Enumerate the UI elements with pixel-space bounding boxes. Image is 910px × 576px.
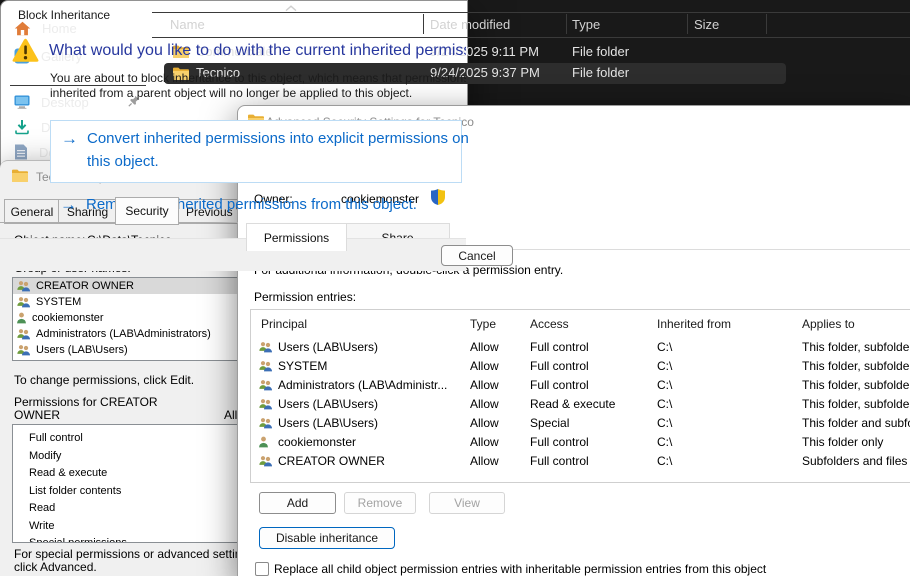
table-row[interactable]: CREATOR OWNER Allow Full control C:\ Sub…: [251, 452, 910, 471]
column-header-name[interactable]: Name: [170, 17, 205, 32]
table-row[interactable]: Users (LAB\Users) Allow Full control C:\…: [251, 338, 910, 357]
permissions-for-label: Permissions for CREATOR: [14, 395, 158, 409]
arrow-right-icon: →: [61, 129, 78, 149]
group-name: CREATOR OWNER: [36, 280, 134, 292]
user-icon: [16, 312, 27, 324]
cancel-button[interactable]: Cancel: [441, 245, 468, 266]
file-type: File folder: [572, 44, 629, 59]
column-divider[interactable]: [687, 14, 688, 34]
col-applies-to[interactable]: Applies to: [802, 317, 855, 331]
properties-dialog: Tecnico Properties General Sharing Secur…: [0, 160, 238, 576]
group-user-listbox[interactable]: CREATOR OWNER SYSTEM cookiemonster Admin…: [12, 277, 238, 361]
desktop-icon: [14, 95, 30, 109]
list-item[interactable]: Users (LAB\Users): [13, 342, 238, 358]
list-header-divider: [152, 37, 910, 38]
add-button[interactable]: Add: [259, 492, 336, 514]
arrow-right-icon: →: [60, 195, 77, 215]
column-divider[interactable]: [423, 14, 424, 34]
group-name: cookiemonster: [32, 312, 104, 324]
group-name: SYSTEM: [36, 296, 81, 308]
advanced-hint: For special permissions or advanced sett…: [14, 547, 238, 561]
dialog-heading: What would you like to do with the curre…: [49, 42, 466, 60]
table-row[interactable]: SYSTEM Allow Full control C:\ This folde…: [251, 357, 910, 376]
screen: Home Gallery Desktop Downloads Documents…: [0, 0, 910, 576]
list-item[interactable]: cookiemonster: [13, 310, 238, 326]
group-icon: [258, 398, 273, 410]
permissions-for-label-2: OWNER: [14, 408, 60, 422]
advanced-hint-2: click Advanced.: [14, 560, 97, 574]
permission-item[interactable]: Write: [13, 518, 238, 536]
table-row[interactable]: Users (LAB\Users) Allow Read & execute C…: [251, 395, 910, 414]
group-icon: [258, 341, 273, 353]
column-header-size[interactable]: Size: [694, 17, 719, 32]
column-header-date-modified[interactable]: Date modified: [430, 17, 510, 32]
dialog-footer: Cancel: [0, 238, 466, 271]
col-access[interactable]: Access: [530, 317, 569, 331]
group-icon: [258, 455, 273, 467]
view-button[interactable]: View: [429, 492, 505, 514]
group-icon: [16, 328, 31, 340]
list-item[interactable]: Administrators (LAB\Administrators): [13, 326, 238, 342]
disable-inheritance-button[interactable]: Disable inheritance: [259, 527, 395, 549]
edit-hint: To change permissions, click Edit.: [14, 373, 194, 387]
permission-item[interactable]: Special permissions: [13, 535, 238, 543]
table-row[interactable]: Administrators (LAB\Administr... Allow F…: [251, 376, 910, 395]
permission-item[interactable]: List folder contents: [13, 483, 238, 501]
tab-permissions[interactable]: Permissions: [246, 223, 347, 251]
dialog-body-line1: You are about to block inheritance to th…: [50, 71, 466, 85]
group-name: Users (LAB\Users): [36, 344, 128, 356]
permission-item[interactable]: Read & execute: [13, 465, 238, 483]
replace-checkbox-label: Replace all child object permission entr…: [274, 562, 766, 576]
sort-chevron-up-icon: [285, 5, 297, 12]
command-link-text: Convert inherited permissions into expli…: [87, 130, 468, 147]
group-name: Administrators (LAB\Administrators): [36, 328, 211, 340]
remove-button[interactable]: Remove: [344, 492, 416, 514]
permission-entries-table[interactable]: Principal Type Access Inherited from App…: [250, 309, 910, 483]
group-icon: [16, 280, 31, 292]
warning-icon: [12, 38, 39, 63]
home-icon: [14, 21, 31, 36]
list-header-divider: [152, 12, 910, 13]
group-icon: [258, 379, 273, 391]
convert-permissions-link[interactable]: → Convert inherited permissions into exp…: [50, 120, 462, 183]
remove-permissions-link[interactable]: → Remove all inherited permissions from …: [50, 194, 460, 218]
table-row[interactable]: Users (LAB\Users) Allow Special C:\ This…: [251, 414, 910, 433]
entries-label: Permission entries:: [254, 290, 356, 304]
list-item[interactable]: CREATOR OWNER: [13, 278, 238, 294]
group-icon: [16, 296, 31, 308]
column-header-type[interactable]: Type: [572, 17, 600, 32]
col-inherited-from[interactable]: Inherited from: [657, 317, 731, 331]
dialog-body-line2: inherited from a parent object will no l…: [50, 86, 466, 100]
command-link-text-2: this object.: [87, 153, 159, 170]
table-row[interactable]: cookiemonster Allow Full control C:\ Thi…: [251, 433, 910, 452]
column-divider[interactable]: [566, 14, 567, 34]
list-item[interactable]: SYSTEM: [13, 294, 238, 310]
permission-item[interactable]: Read: [13, 500, 238, 518]
downloads-icon: [14, 119, 30, 135]
replace-checkbox[interactable]: [255, 562, 269, 576]
group-icon: [258, 417, 273, 429]
documents-icon: [14, 144, 28, 160]
col-type[interactable]: Type: [470, 317, 496, 331]
sidebar-item-label: Home: [42, 21, 77, 36]
permission-item[interactable]: Full control: [13, 430, 238, 448]
group-icon: [16, 344, 31, 356]
permission-item[interactable]: Modify: [13, 448, 238, 466]
allow-column-header: Allow: [224, 408, 238, 422]
col-principal[interactable]: Principal: [261, 317, 307, 331]
permissions-listbox[interactable]: Full control Modify Read & execute List …: [12, 424, 238, 543]
dialog-title: Block Inheritance: [18, 8, 110, 22]
user-icon: [258, 436, 269, 448]
group-icon: [258, 360, 273, 372]
tab-security[interactable]: Security: [115, 197, 179, 225]
file-type: File folder: [572, 65, 629, 80]
folder-icon: [12, 169, 28, 182]
column-divider[interactable]: [766, 14, 767, 34]
